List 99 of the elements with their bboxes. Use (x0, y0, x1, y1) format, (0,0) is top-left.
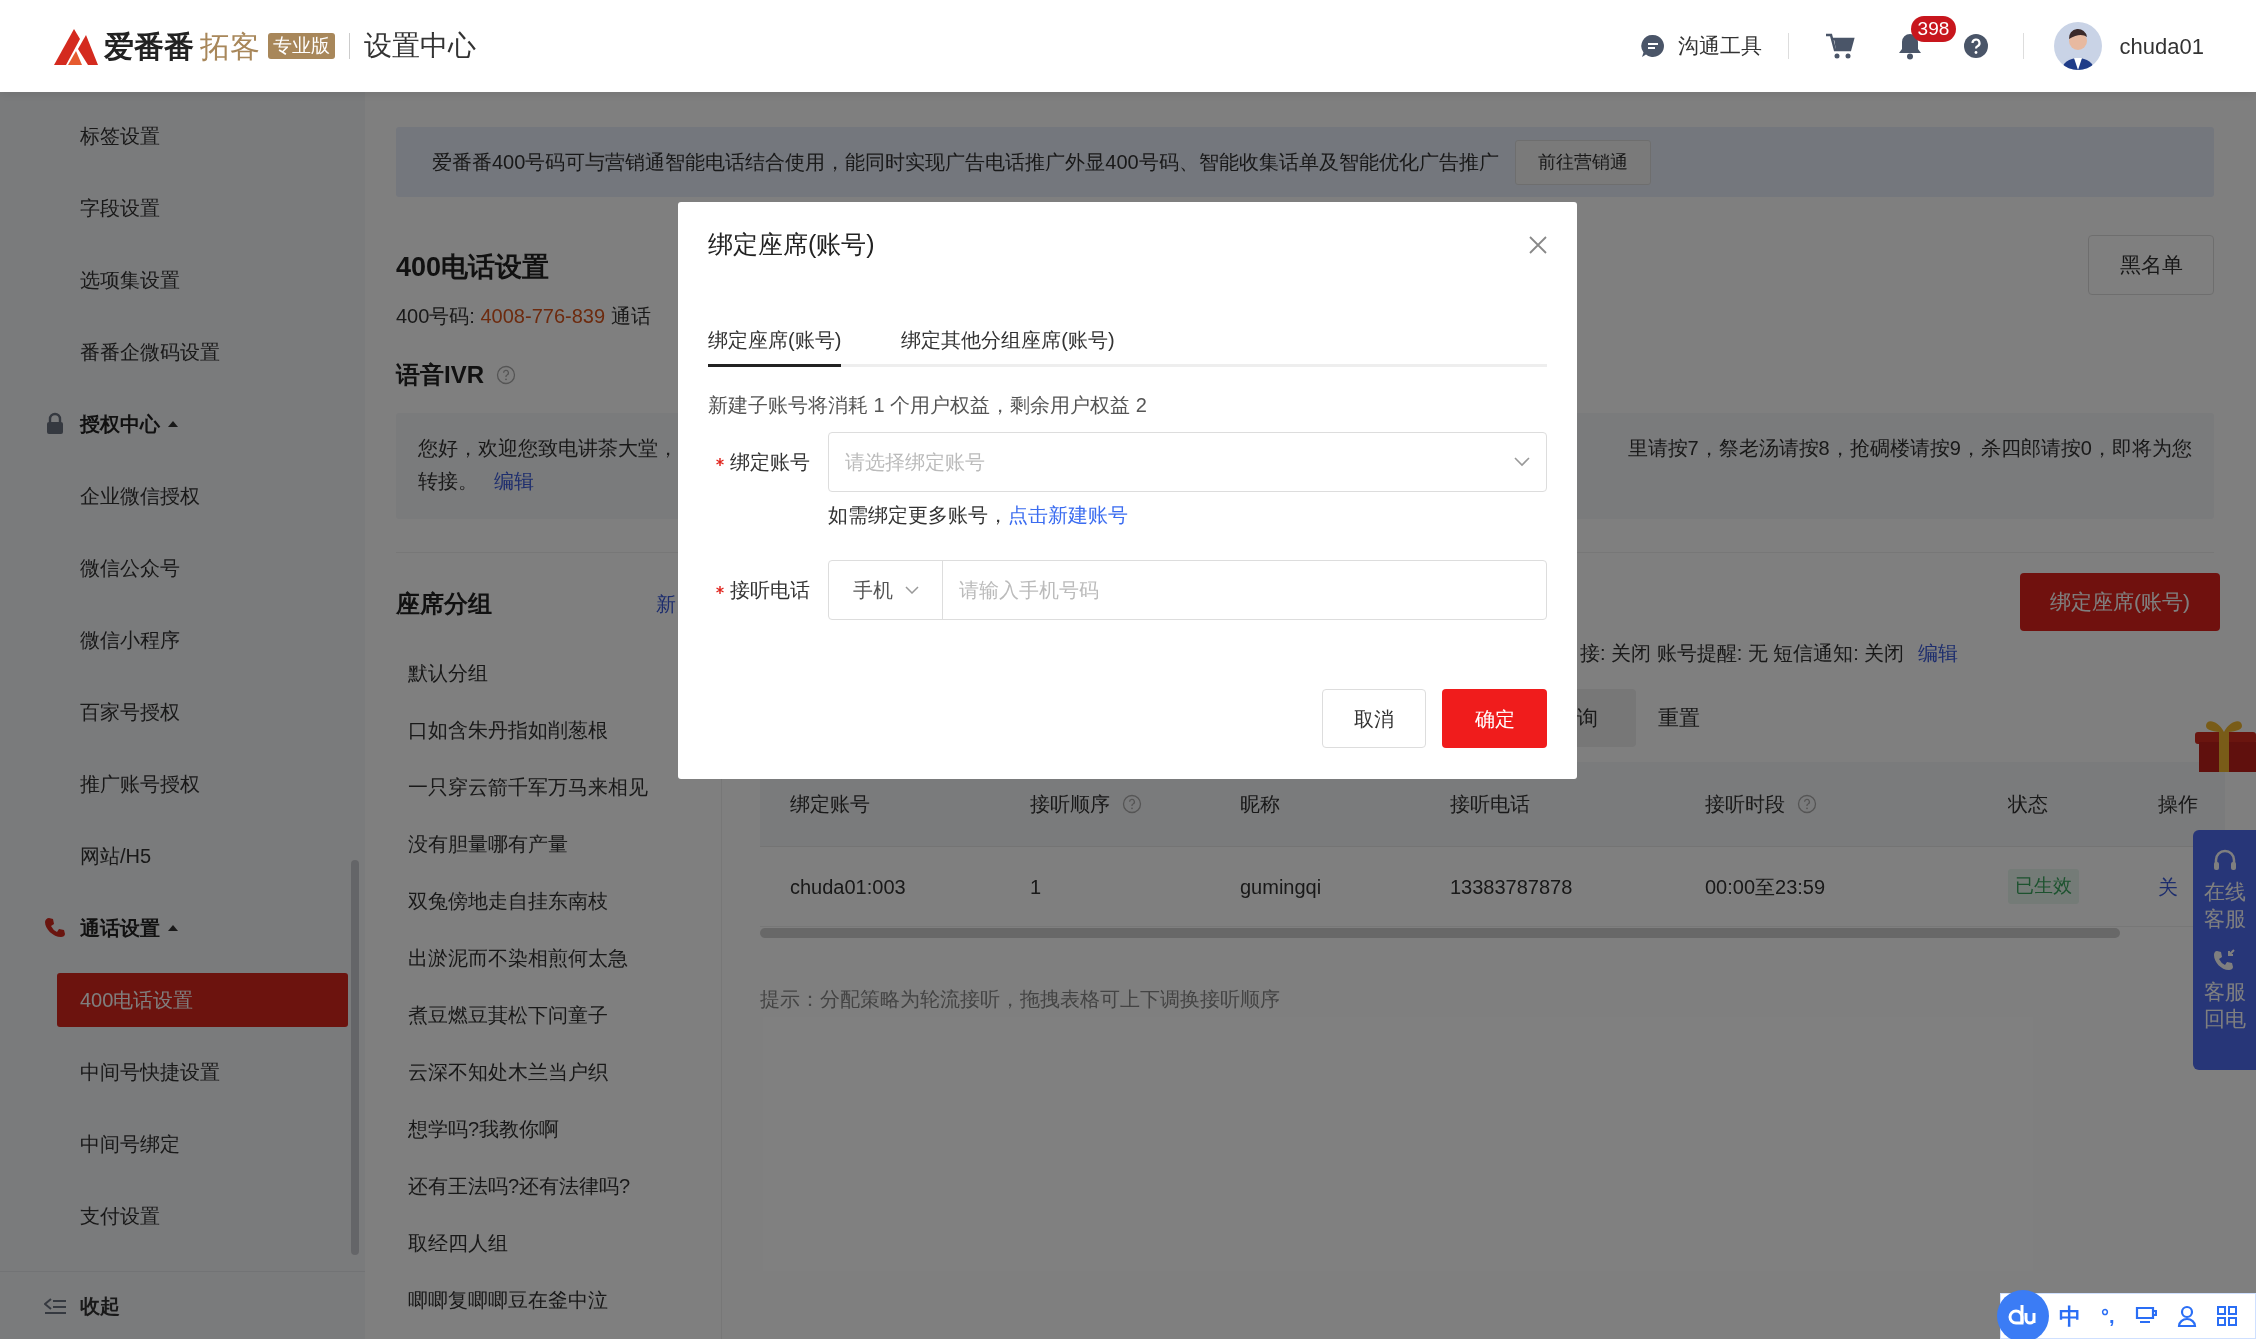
help-icon (496, 365, 516, 385)
group-item[interactable]: 取经四人组 (408, 1227, 508, 1258)
query-button[interactable]: 询 (1577, 689, 1636, 747)
chat-tool-button[interactable]: 沟通工具 (1639, 30, 1762, 62)
new-group-link[interactable]: 新 (656, 589, 676, 619)
column-header: 接听时段 (1705, 792, 1785, 817)
create-account-link[interactable]: 点击新建账号 (1008, 504, 1128, 526)
group-item[interactable]: 没有胆量哪有产量 (408, 828, 568, 859)
sidebar-item[interactable]: 企业微信授权 (57, 469, 348, 523)
cancel-button[interactable]: 取消 (1322, 689, 1426, 748)
phone-number-text: 400号码: 4008-776-839 通话 (396, 304, 652, 329)
group-item[interactable]: 云深不知处木兰当户织 (408, 1056, 608, 1087)
phone-type-select[interactable]: 手机 (829, 561, 943, 619)
collapse-icon (44, 1296, 66, 1315)
column-header: 状态 (2008, 792, 2048, 817)
avatar[interactable] (2053, 22, 2102, 70)
brand-name: 爱番番 (104, 28, 194, 65)
table-cell: 13383787878 (1450, 875, 1573, 898)
service-button[interactable]: 在线客服 (2203, 848, 2246, 932)
sidebar-item[interactable]: 百家号授权 (57, 685, 348, 739)
service-button[interactable]: 客服回电 (2203, 948, 2246, 1032)
user-icon[interactable] (2176, 1305, 2197, 1327)
sidebar-item[interactable]: 微信公众号 (57, 541, 348, 595)
dialog-tab[interactable]: 绑定其他分组座席(账号) (901, 315, 1115, 367)
ivr-text: 您好，欢迎您致电讲茶大堂， (418, 436, 678, 461)
group-item[interactable]: 出淤泥而不染相煎何太急 (408, 942, 628, 973)
sidebar-item[interactable]: 支付设置 (57, 1189, 348, 1243)
banner-text: 爱番番400号码可与营销通智能电话结合使用，能同时实现广告电话推广外显400号码、智能收集话单及智能优化广告推广 (432, 150, 1499, 175)
phone-input[interactable]: 请输入手机号码 (943, 561, 1546, 619)
ivr-text: 转接。 (418, 469, 478, 494)
column-header: 接听电话 (1450, 792, 1530, 817)
settings-text: 接: 关闭 账号提醒: 无 短信通知: 关闭 (1580, 641, 1905, 666)
chevron-down-icon (904, 586, 919, 594)
edit-link[interactable]: 编辑 (1918, 638, 1959, 668)
sidebar-item[interactable]: 网站/H5 (57, 829, 348, 883)
edition-badge: 专业版 (268, 33, 335, 59)
chat-icon (1639, 33, 1666, 59)
status-tag: 已生效 (2008, 869, 2079, 904)
help-icon[interactable] (1962, 33, 1989, 59)
group-item[interactable]: 默认分组 (408, 657, 488, 688)
product-name: 拓客 (200, 28, 260, 65)
ivr-title: 语音IVR (396, 360, 484, 390)
field-label: 绑定账号 (730, 450, 810, 475)
ivr-text: 里请按7，祭老汤请按8，抢碉楼请按9，杀四郎请按0，即将为您 (1627, 436, 2192, 461)
sidebar-item[interactable]: 微信小程序 (57, 613, 348, 667)
ime-logo[interactable] (1997, 1290, 2049, 1339)
sidebar-item[interactable]: 中间号绑定 (57, 1117, 348, 1171)
dialog-tab[interactable]: 绑定座席(账号) (708, 315, 842, 367)
sidebar-item[interactable]: 标签设置 (57, 109, 348, 163)
ime-punctuation[interactable]: °, (2101, 1301, 2115, 1331)
keyboard-icon[interactable] (2134, 1306, 2157, 1326)
notification-badge: 398 (1910, 16, 1957, 42)
blacklist-button[interactable]: 黑名单 (2088, 235, 2214, 295)
group-item[interactable]: 还有王法吗?还有法律吗? (408, 1170, 631, 1201)
field-label: 接听电话 (730, 578, 810, 603)
confirm-button[interactable]: 确定 (1442, 689, 1547, 748)
cart-icon[interactable] (1824, 32, 1855, 60)
phone-field[interactable]: 手机 请输入手机号码 (828, 560, 1547, 620)
column-header: 接听顺序 (1030, 792, 1110, 817)
column-header: 操作 (2158, 792, 2198, 817)
dialog-note: 新建子账号将消耗 1 个用户权益，剩余用户权益 2 (708, 393, 1148, 418)
sidebar-section[interactable]: 通话设置 (80, 913, 178, 943)
sidebar-item[interactable]: 400电话设置 (57, 973, 348, 1027)
marketing-button[interactable]: 前往营销通 (1514, 139, 1651, 185)
column-header: 昵称 (1240, 792, 1280, 817)
group-title: 座席分组 (396, 589, 492, 619)
group-item[interactable]: 想学吗?我教你啊 (408, 1113, 560, 1144)
page-heading: 设置中心 (364, 29, 476, 63)
sidebar-item[interactable]: 番番企微码设置 (57, 325, 348, 379)
grid-icon[interactable] (2216, 1306, 2237, 1326)
sidebar-item[interactable]: 字段设置 (57, 181, 348, 235)
sidebar-item[interactable]: 选项集设置 (57, 253, 348, 307)
table-cell: 00:00至23:59 (1705, 875, 1826, 898)
table-cell: 1 (1030, 875, 1042, 898)
help-text: 如需绑定更多账号，点击新建账号 (828, 503, 1129, 528)
dialog-title: 绑定座席(账号) (708, 229, 875, 261)
group-item[interactable]: 口如含朱丹指如削葱根 (408, 714, 608, 745)
bind-seat-button[interactable]: 绑定座席(账号) (2020, 573, 2220, 631)
action-link[interactable]: 关 (2158, 875, 2178, 898)
close-icon[interactable] (1529, 236, 1547, 254)
group-item[interactable]: 唧唧复唧唧豆在釜中泣 (408, 1284, 608, 1315)
column-header: 绑定账号 (790, 792, 870, 817)
user-name[interactable]: chuda01 (2119, 29, 2204, 63)
ime-mode[interactable]: 中 (2059, 1299, 2081, 1333)
sidebar-item[interactable]: 中间号快捷设置 (57, 1045, 348, 1099)
edit-link[interactable]: 编辑 (494, 466, 534, 496)
hint-text: 提示：分配策略为轮流接听，拖拽表格可上下调换接听顺序 (760, 987, 1281, 1012)
sidebar-section[interactable]: 授权中心 (80, 409, 178, 439)
table-cell: chuda01:003 (790, 875, 906, 898)
phone-icon (44, 916, 68, 940)
group-item[interactable]: 双兔傍地走自挂东南枝 (408, 885, 608, 916)
chevron-down-icon (1514, 457, 1530, 467)
table-cell: gumingqi (1240, 875, 1322, 898)
collapse-button[interactable]: 收起 (44, 1290, 120, 1321)
sidebar-item[interactable]: 推广账号授权 (57, 757, 348, 811)
section-title: 400电话设置 (396, 251, 550, 284)
group-item[interactable]: 一只穿云箭千军万马来相见 (408, 771, 648, 802)
group-item[interactable]: 煮豆燃豆萁松下问童子 (408, 999, 608, 1030)
reset-button[interactable]: 重置 (1658, 702, 1700, 734)
